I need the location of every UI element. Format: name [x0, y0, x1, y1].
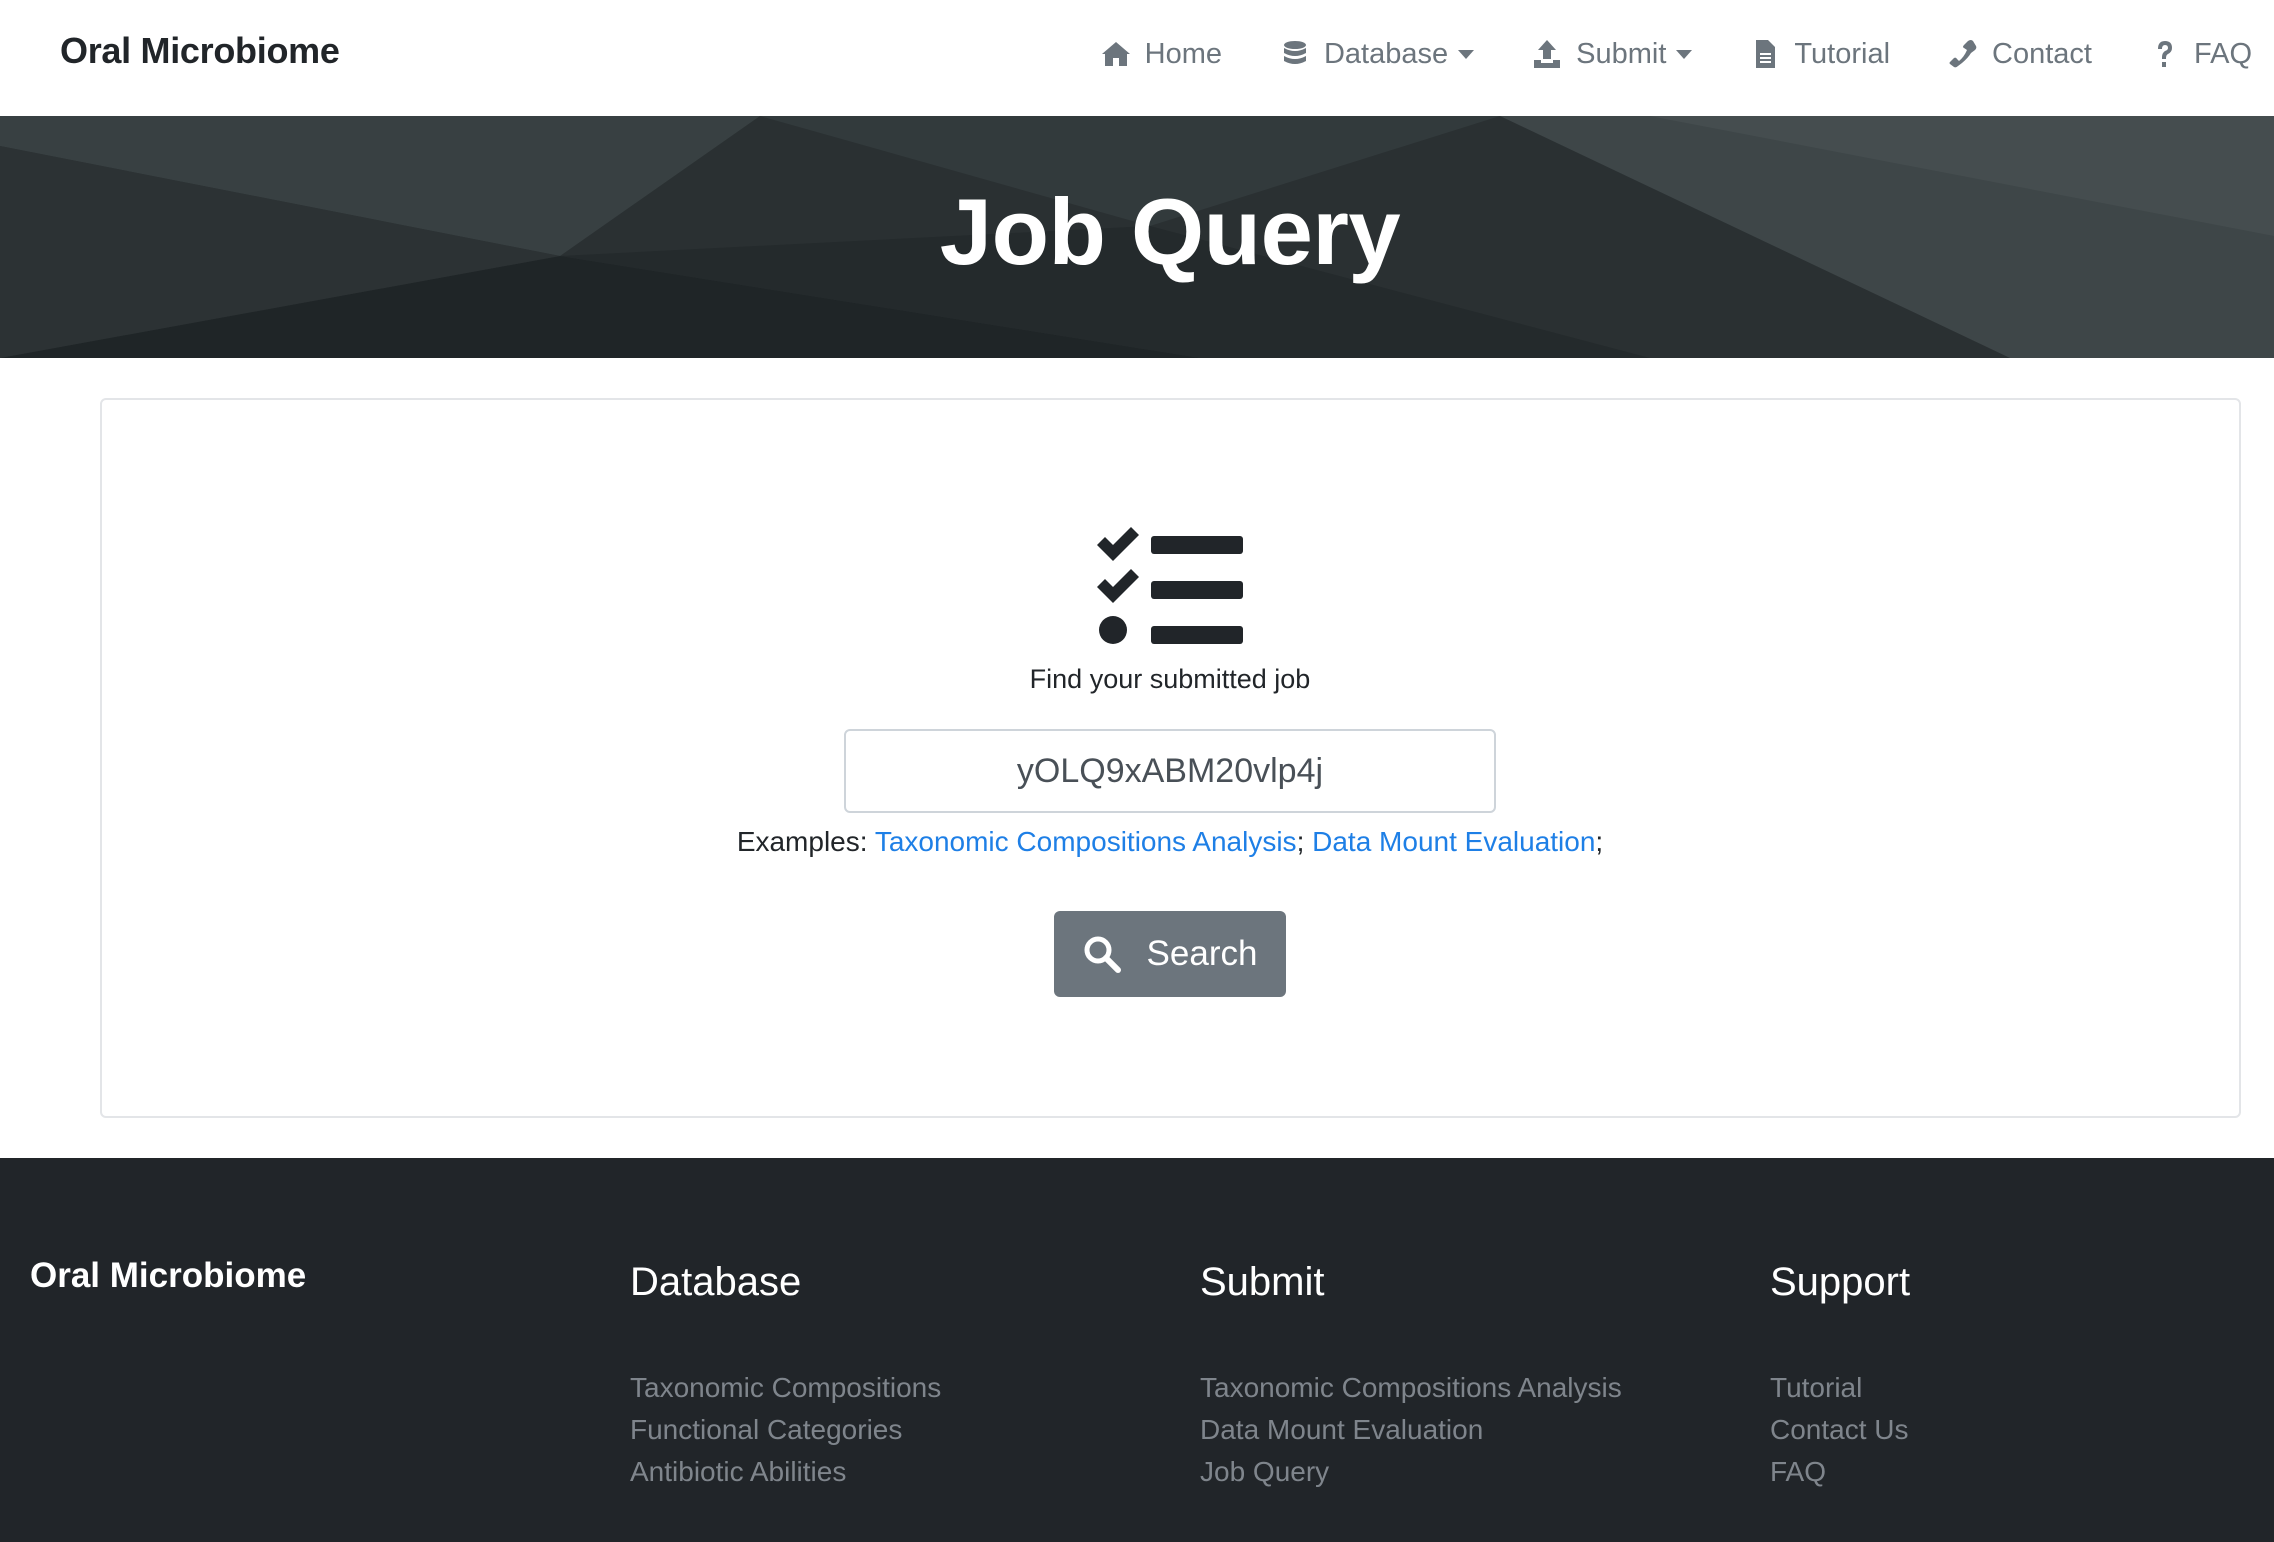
- footer-link-contact-us[interactable]: Contact Us: [1770, 1409, 1910, 1451]
- home-icon: [1099, 37, 1133, 71]
- example-link-taxonomic[interactable]: Taxonomic Compositions Analysis: [875, 826, 1297, 857]
- tasks-icon: [1097, 527, 1243, 644]
- footer-brand[interactable]: Oral Microbiome: [30, 1256, 306, 1296]
- footer-column-submit: Submit Taxonomic Compositions Analysis D…: [1200, 1256, 1622, 1493]
- footer-link-tutorial[interactable]: Tutorial: [1770, 1367, 1910, 1409]
- search-icon: [1084, 936, 1121, 973]
- nav-database[interactable]: Database: [1278, 30, 1475, 78]
- footer-link-taxonomic-compositions[interactable]: Taxonomic Compositions: [630, 1367, 941, 1409]
- footer-link-faq[interactable]: FAQ: [1770, 1451, 1910, 1493]
- footer-link-job-query[interactable]: Job Query: [1200, 1451, 1622, 1493]
- nav-tutorial-label: Tutorial: [1794, 37, 1891, 70]
- job-id-input[interactable]: [844, 729, 1496, 813]
- nav-contact[interactable]: Contact: [1946, 30, 2092, 78]
- question-icon: [2148, 37, 2182, 71]
- nav-home-label: Home: [1144, 37, 1222, 70]
- page-title: Job Query: [939, 179, 1401, 284]
- nav-faq-label: FAQ: [2193, 37, 2252, 70]
- footer-heading-database: Database: [630, 1260, 802, 1304]
- nav-tutorial[interactable]: Tutorial: [1748, 30, 1890, 78]
- file-icon: [1748, 37, 1782, 71]
- search-button-label: Search: [1146, 934, 1258, 973]
- brand-logo[interactable]: Oral Microbiome: [60, 30, 340, 72]
- site-footer: Oral Microbiome Database Taxonomic Compo…: [0, 1158, 2274, 1542]
- caret-down-icon: [1676, 49, 1693, 59]
- footer-heading-submit: Submit: [1200, 1260, 1325, 1304]
- footer-link-functional-categories[interactable]: Functional Categories: [630, 1409, 941, 1451]
- query-subtitle: Find your submitted job: [1029, 664, 1311, 694]
- footer-column-database: Database Taxonomic Compositions Function…: [630, 1256, 941, 1493]
- example-link-data-mount[interactable]: Data Mount Evaluation: [1312, 826, 1595, 857]
- nav-home[interactable]: Home: [1099, 30, 1222, 78]
- footer-link-taxonomic-analysis[interactable]: Taxonomic Compositions Analysis: [1200, 1367, 1622, 1409]
- phone-icon: [1946, 37, 1980, 71]
- nav-contact-label: Contact: [1992, 37, 2092, 70]
- nav-submit[interactable]: Submit: [1530, 30, 1693, 78]
- nav-database-label: Database: [1323, 37, 1449, 70]
- search-button[interactable]: Search: [1054, 911, 1286, 997]
- footer-link-data-mount-evaluation[interactable]: Data Mount Evaluation: [1200, 1409, 1622, 1451]
- footer-heading-support: Support: [1770, 1260, 1911, 1304]
- examples-label: Examples:: [736, 826, 868, 857]
- upload-icon: [1530, 37, 1564, 71]
- caret-down-icon: [1458, 49, 1475, 59]
- examples-line: Examples: Taxonomic Compositions Analysi…: [736, 826, 1604, 857]
- footer-link-antibiotic-abilities[interactable]: Antibiotic Abilities: [630, 1451, 941, 1493]
- nav-faq[interactable]: FAQ: [2148, 30, 2252, 78]
- nav-submit-label: Submit: [1576, 37, 1667, 70]
- footer-column-support: Support Tutorial Contact Us FAQ: [1770, 1256, 1910, 1493]
- nav-menu: Home Database Submit Tutorial Contact FA…: [1099, 30, 2252, 78]
- database-icon: [1278, 37, 1312, 71]
- hero-banner: Job Query: [0, 116, 2274, 358]
- top-navbar: Oral Microbiome Home Database Submit Tut…: [0, 0, 2274, 116]
